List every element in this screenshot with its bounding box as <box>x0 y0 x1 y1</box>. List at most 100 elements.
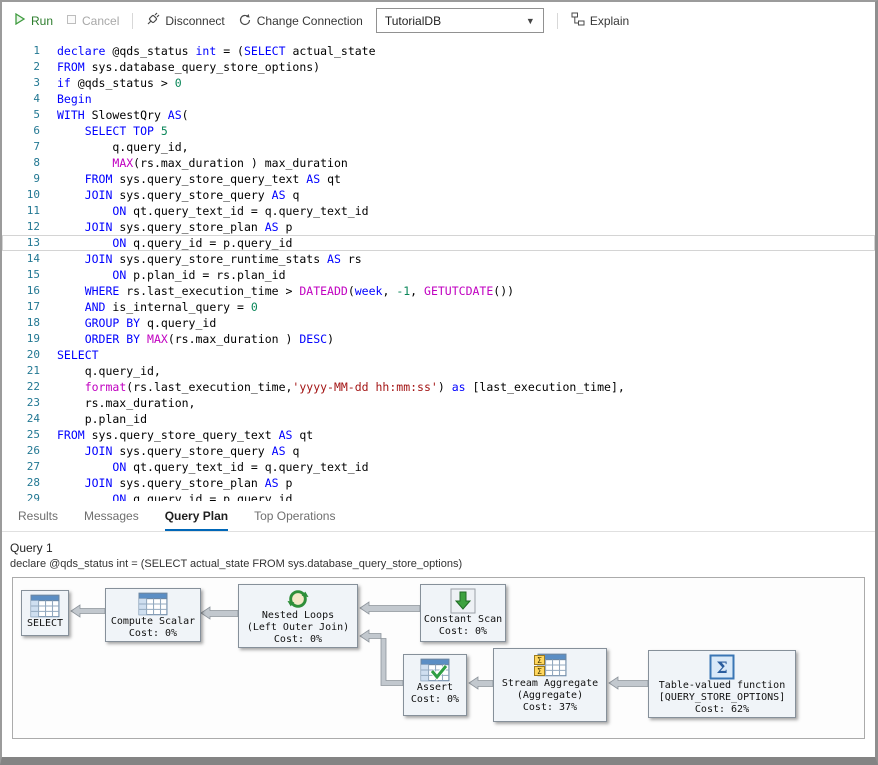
code-line-13[interactable]: 13 ON q.query_id = p.query_id <box>2 235 875 251</box>
sql-editor[interactable]: 1declare @qds_status int = (SELECT actua… <box>2 39 875 501</box>
plan-node-assert[interactable]: AssertCost: 0% <box>403 654 467 716</box>
svg-text:Σ: Σ <box>536 656 541 665</box>
plan-node-label: SELECT <box>27 618 63 630</box>
line-number: 15 <box>2 267 40 283</box>
plan-node-label: AssertCost: 0% <box>411 682 459 706</box>
plan-node-label: Nested Loops(Left Outer Join)Cost: 0% <box>247 610 349 646</box>
explain-button[interactable]: Explain <box>571 12 629 29</box>
code-line-5[interactable]: 5WITH SlowestQry AS( <box>2 107 875 123</box>
results-tabbar: Results Messages Query Plan Top Operations <box>2 501 875 532</box>
line-number: 5 <box>2 107 40 123</box>
code-text: if @qds_status > 0 <box>40 75 182 91</box>
database-dropdown-value: TutorialDB <box>385 14 441 28</box>
line-number: 14 <box>2 251 40 267</box>
code-line-25[interactable]: 25FROM sys.query_store_query_text AS qt <box>2 427 875 443</box>
tab-results[interactable]: Results <box>18 501 58 531</box>
tab-top-operations[interactable]: Top Operations <box>254 501 335 531</box>
code-line-7[interactable]: 7 q.query_id, <box>2 139 875 155</box>
code-line-29[interactable]: 29 ON q.query_id = p.query_id <box>2 491 875 501</box>
code-text: AND is_internal_query = 0 <box>40 299 258 315</box>
run-icon <box>14 13 26 28</box>
chevron-down-icon: ▼ <box>526 16 535 26</box>
code-line-3[interactable]: 3if @qds_status > 0 <box>2 75 875 91</box>
code-line-1[interactable]: 1declare @qds_status int = (SELECT actua… <box>2 43 875 59</box>
refresh-connection-icon <box>238 13 252 29</box>
code-line-12[interactable]: 12 JOIN sys.query_store_plan AS p <box>2 219 875 235</box>
code-line-15[interactable]: 15 ON p.plan_id = rs.plan_id <box>2 267 875 283</box>
code-line-19[interactable]: 19 ORDER BY MAX(rs.max_duration ) DESC) <box>2 331 875 347</box>
line-number: 22 <box>2 379 40 395</box>
code-line-10[interactable]: 10 JOIN sys.query_store_query AS q <box>2 187 875 203</box>
code-line-21[interactable]: 21 q.query_id, <box>2 363 875 379</box>
stop-icon <box>66 14 77 28</box>
toolbar: Run Cancel Disconnect Change Connection … <box>2 2 875 39</box>
plan-node-compute-scalar[interactable]: Compute ScalarCost: 0% <box>105 588 201 642</box>
cancel-button: Cancel <box>66 14 119 28</box>
line-number: 8 <box>2 155 40 171</box>
code-text: q.query_id, <box>40 363 161 379</box>
code-line-22[interactable]: 22 format(rs.last_execution_time,'yyyy-M… <box>2 379 875 395</box>
stream-aggregate-icon: Σ Σ <box>534 652 567 678</box>
code-text: FROM sys.query_store_query_text AS qt <box>40 427 313 443</box>
code-line-9[interactable]: 9 FROM sys.query_store_query_text AS qt <box>2 171 875 187</box>
explain-flowchart-icon <box>571 12 585 29</box>
cancel-label: Cancel <box>82 14 119 28</box>
plan-node-nested-loops[interactable]: Nested Loops(Left Outer Join)Cost: 0% <box>238 584 358 648</box>
code-line-18[interactable]: 18 GROUP BY q.query_id <box>2 315 875 331</box>
plan-node-table-valued-function[interactable]: Σ Table-valued function[QUERY_STORE_OPTI… <box>648 650 796 718</box>
line-number: 21 <box>2 363 40 379</box>
code-text: declare @qds_status int = (SELECT actual… <box>40 43 376 59</box>
tab-messages[interactable]: Messages <box>84 501 139 531</box>
code-text: JOIN sys.query_store_query AS q <box>40 187 299 203</box>
plan-node-label: Table-valued function[QUERY_STORE_OPTION… <box>659 680 785 716</box>
code-text: ON qt.query_text_id = q.query_text_id <box>40 203 369 219</box>
code-line-2[interactable]: 2FROM sys.database_query_store_options) <box>2 59 875 75</box>
code-text: WHERE rs.last_execution_time > DATEADD(w… <box>40 283 514 299</box>
assert-check-icon <box>420 658 450 682</box>
app-window: Run Cancel Disconnect Change Connection … <box>0 0 878 765</box>
run-button[interactable]: Run <box>14 13 53 28</box>
line-number: 3 <box>2 75 40 91</box>
table-icon <box>138 592 168 616</box>
code-line-17[interactable]: 17 AND is_internal_query = 0 <box>2 299 875 315</box>
line-number: 2 <box>2 59 40 75</box>
line-number: 11 <box>2 203 40 219</box>
code-line-27[interactable]: 27 ON qt.query_text_id = q.query_text_id <box>2 459 875 475</box>
code-text: FROM sys.database_query_store_options) <box>40 59 320 75</box>
code-line-24[interactable]: 24 p.plan_id <box>2 411 875 427</box>
query-plan-canvas: SELECT Compute ScalarCost: 0% Nested Loo… <box>12 577 865 739</box>
code-line-8[interactable]: 8 MAX(rs.max_duration ) max_duration <box>2 155 875 171</box>
line-number: 29 <box>2 491 40 501</box>
code-line-4[interactable]: 4Begin <box>2 91 875 107</box>
code-text: ON qt.query_text_id = q.query_text_id <box>40 459 369 475</box>
table-icon <box>30 594 60 618</box>
code-line-28[interactable]: 28 JOIN sys.query_store_plan AS p <box>2 475 875 491</box>
toolbar-separator <box>557 13 558 29</box>
line-number: 16 <box>2 283 40 299</box>
code-line-23[interactable]: 23 rs.max_duration, <box>2 395 875 411</box>
constant-scan-icon <box>450 588 476 614</box>
plan-node-label: Compute ScalarCost: 0% <box>111 616 195 640</box>
code-text: JOIN sys.query_store_plan AS p <box>40 219 292 235</box>
plan-node-stream-aggregate[interactable]: Σ Σ Stream Aggregate(Aggregate)Cost: 37% <box>493 648 607 722</box>
line-number: 6 <box>2 123 40 139</box>
code-text: q.query_id, <box>40 139 189 155</box>
disconnect-button[interactable]: Disconnect <box>146 12 224 29</box>
plan-node-select[interactable]: SELECT <box>21 590 69 636</box>
database-dropdown[interactable]: TutorialDB ▼ <box>376 8 544 33</box>
code-line-16[interactable]: 16 WHERE rs.last_execution_time > DATEAD… <box>2 283 875 299</box>
plan-query-label: Query 1 <box>10 541 865 555</box>
plan-query-text: declare @qds_status int = (SELECT actual… <box>10 558 865 570</box>
code-line-26[interactable]: 26 JOIN sys.query_store_query AS q <box>2 443 875 459</box>
change-connection-button[interactable]: Change Connection <box>238 13 363 29</box>
code-text: WITH SlowestQry AS( <box>40 107 189 123</box>
code-line-6[interactable]: 6 SELECT TOP 5 <box>2 123 875 139</box>
svg-text:Σ: Σ <box>716 658 727 677</box>
code-line-11[interactable]: 11 ON qt.query_text_id = q.query_text_id <box>2 203 875 219</box>
plan-node-constant-scan[interactable]: Constant ScanCost: 0% <box>420 584 506 642</box>
code-line-20[interactable]: 20SELECT <box>2 347 875 363</box>
line-number: 27 <box>2 459 40 475</box>
code-line-14[interactable]: 14 JOIN sys.query_store_runtime_stats AS… <box>2 251 875 267</box>
change-connection-label: Change Connection <box>257 14 363 28</box>
tab-query-plan[interactable]: Query Plan <box>165 501 228 531</box>
